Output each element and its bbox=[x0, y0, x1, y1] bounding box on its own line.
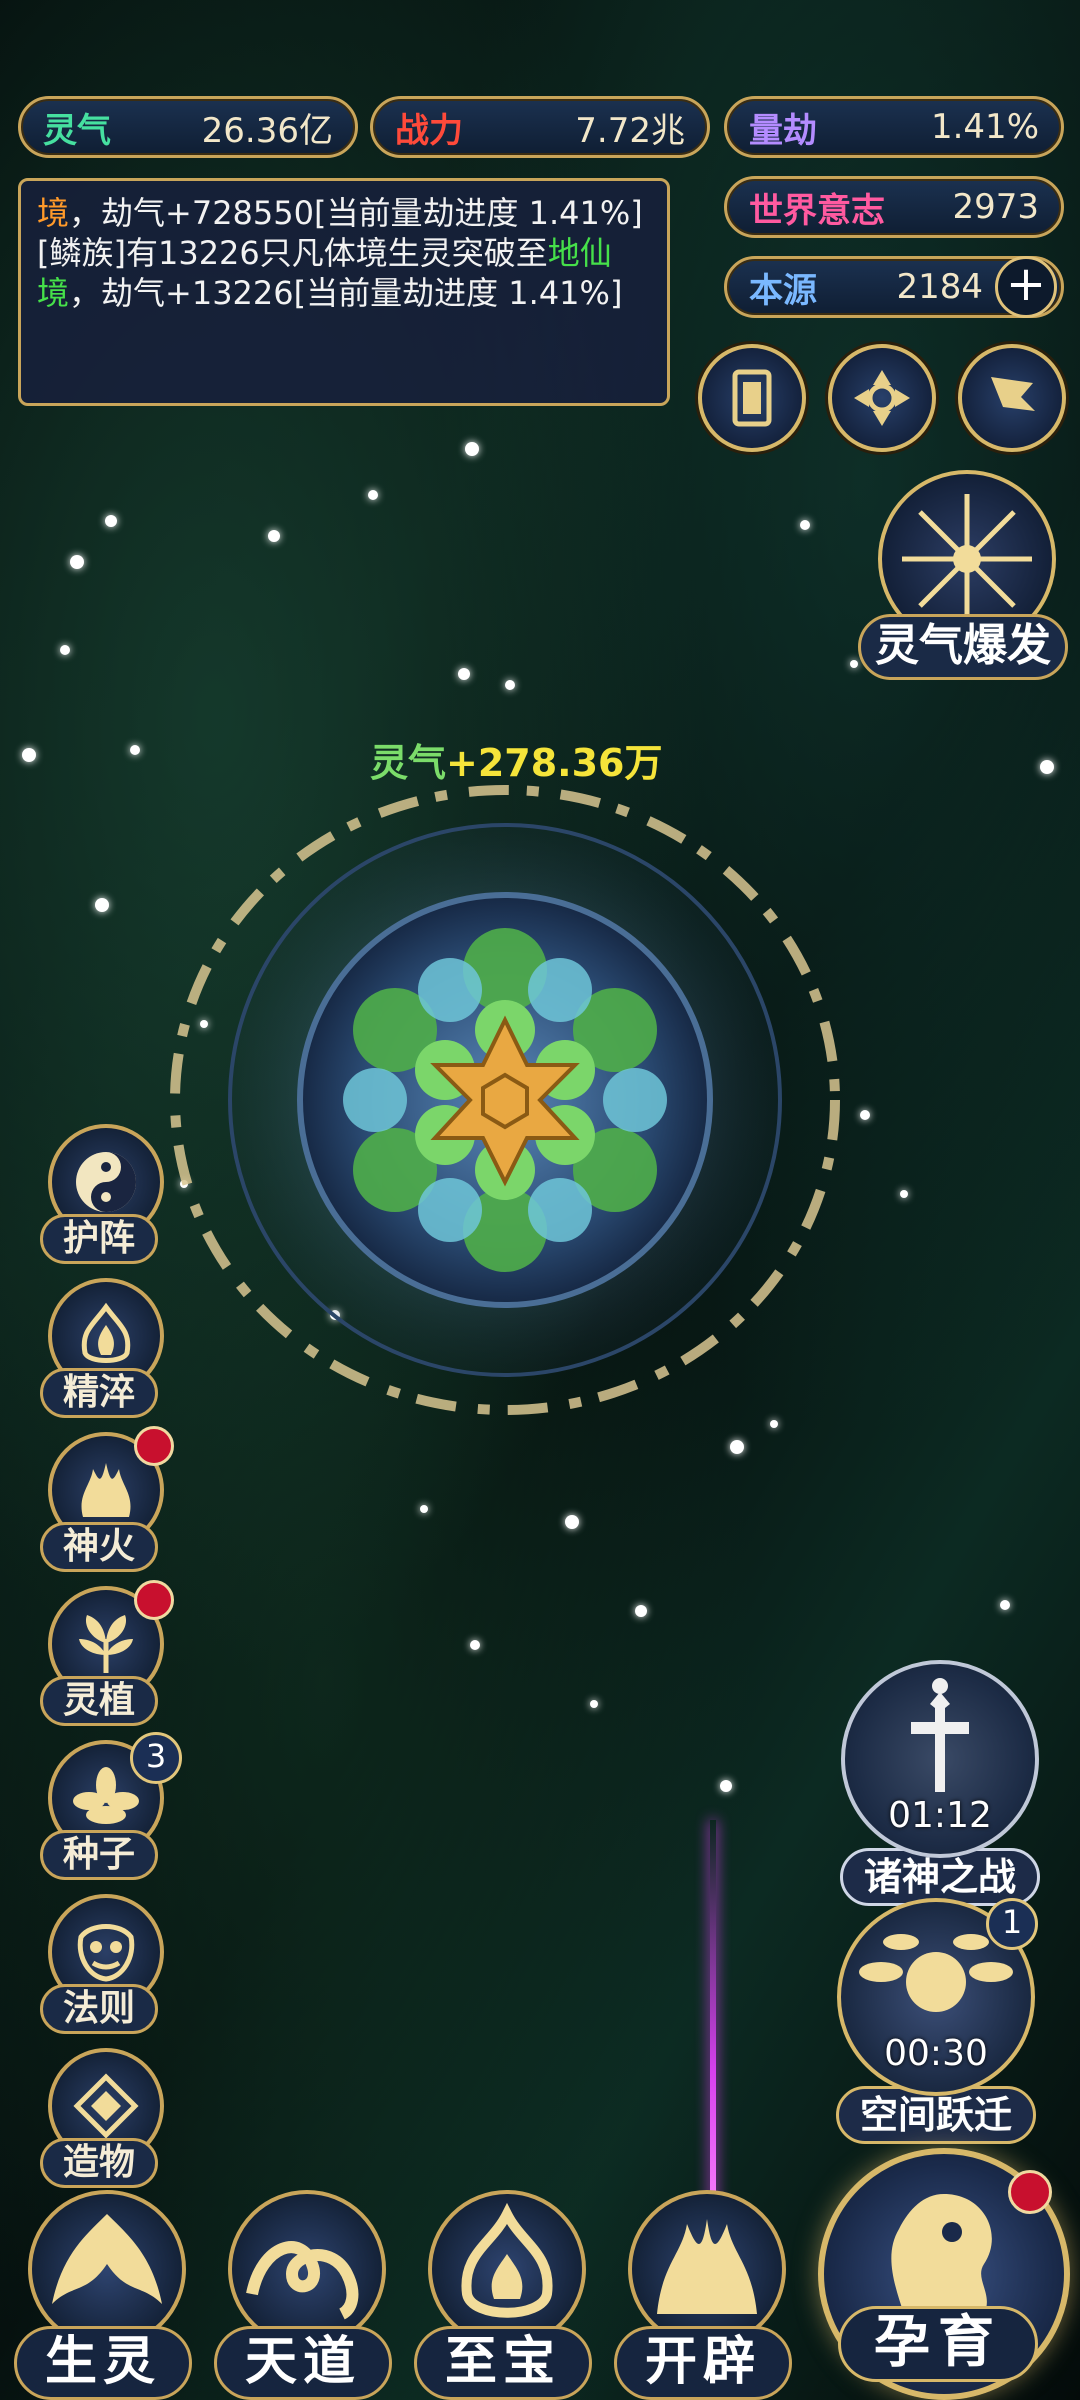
lingqi-label: 灵气 bbox=[43, 110, 111, 151]
kong-jian-yue-qian-button[interactable]: 00:30 1 空间跃迁 bbox=[836, 1898, 1038, 2144]
flag-icon bbox=[991, 377, 1035, 411]
side-menu-shen-huo[interactable]: 神火 bbox=[34, 1426, 174, 1572]
notification-dot bbox=[1008, 2170, 1052, 2214]
count-badge: 1 bbox=[986, 1898, 1038, 1950]
side-menu-zhong-zi[interactable]: 3 种子 bbox=[34, 1732, 182, 1880]
nav-label: 天道 bbox=[214, 2326, 392, 2400]
side-menu-label: 灵植 bbox=[40, 1676, 158, 1726]
shijie-label: 世界意志 bbox=[749, 190, 885, 231]
burst-label: 灵气爆发 bbox=[858, 614, 1068, 680]
nav-sheng-ling[interactable]: 生灵 bbox=[14, 2190, 192, 2400]
liangjie-stat[interactable]: 量劫 1.41% bbox=[724, 96, 1064, 158]
side-menu-ling-zhi[interactable]: 灵植 bbox=[34, 1580, 174, 1726]
wave-icon bbox=[228, 2190, 386, 2348]
side-menu-label: 种子 bbox=[40, 1830, 158, 1880]
nav-kai-pi[interactable]: 开辟 bbox=[614, 2190, 792, 2400]
liangjie-value: 1.41% bbox=[930, 107, 1039, 147]
yun-yu-button[interactable]: 孕育 bbox=[818, 2148, 1070, 2400]
benyuan-value: 2184 bbox=[896, 267, 983, 307]
nav-label: 生灵 bbox=[14, 2326, 192, 2400]
zhanli-label: 战力 bbox=[395, 110, 463, 151]
benyuan-label: 本源 bbox=[749, 270, 817, 311]
nav-zhi-bao[interactable]: 至宝 bbox=[414, 2190, 592, 2400]
vortex-button[interactable] bbox=[828, 344, 936, 452]
side-menu-label: 神火 bbox=[40, 1522, 158, 1572]
zhu-shen-zhi-zhan-button[interactable]: 01:12 诸神之战 bbox=[840, 1660, 1040, 1906]
world-planet[interactable] bbox=[165, 770, 845, 1450]
zhanli-stat: 战力 7.72兆 bbox=[370, 96, 710, 158]
nav-tian-dao[interactable]: 天道 bbox=[214, 2190, 392, 2400]
log-line-1: 境，劫气+728550[当前量劫进度 1.41%] bbox=[37, 194, 643, 232]
log-line-2: [鳞族]有13226只凡体境生灵突破至地仙境，劫气+13226[当前量劫进度 1… bbox=[37, 234, 623, 312]
lingqi-value: 26.36亿 bbox=[201, 110, 333, 151]
jump-timer: 00:30 bbox=[884, 2033, 988, 2074]
add-benyuan-button[interactable]: + bbox=[995, 256, 1057, 318]
lingqi-stat: 灵气 26.36亿 bbox=[18, 96, 358, 158]
side-menu-label: 护阵 bbox=[40, 1214, 158, 1264]
side-menu-fa-ze[interactable]: 法则 bbox=[34, 1894, 164, 2034]
benyuan-stat: 本源 2184 + bbox=[724, 256, 1064, 318]
nav-label: 至宝 bbox=[414, 2326, 592, 2400]
main-action-label: 孕育 bbox=[838, 2306, 1038, 2382]
war-timer: 01:12 bbox=[888, 1795, 992, 1836]
treasure-flame-icon bbox=[428, 2190, 586, 2348]
side-menu-label: 造物 bbox=[40, 2138, 158, 2188]
shijie-value: 2973 bbox=[952, 187, 1039, 227]
side-menu-label: 法则 bbox=[40, 1984, 158, 2034]
lingqi-burst-button[interactable]: 灵气爆发 bbox=[858, 470, 1068, 680]
count-badge: 3 bbox=[130, 1732, 182, 1784]
side-menu-zao-wu[interactable]: 造物 bbox=[34, 2048, 164, 2188]
vortex-icon bbox=[854, 370, 910, 426]
card-icon bbox=[732, 369, 772, 427]
sword-icon: 01:12 bbox=[841, 1660, 1039, 1858]
axe-flame-icon bbox=[628, 2190, 786, 2348]
notification-dot bbox=[134, 1580, 174, 1620]
side-menu-label: 精淬 bbox=[40, 1368, 158, 1418]
flag-button[interactable] bbox=[958, 344, 1066, 452]
card-button[interactable] bbox=[698, 344, 806, 452]
phoenix-icon bbox=[28, 2190, 186, 2348]
shijie-stat[interactable]: 世界意志 2973 bbox=[724, 176, 1064, 238]
notification-dot bbox=[134, 1426, 174, 1466]
zhanli-value: 7.72兆 bbox=[575, 110, 685, 151]
side-menu-hu-zhen[interactable]: 护阵 bbox=[34, 1124, 164, 1264]
purple-beam bbox=[710, 1820, 716, 2240]
event-log: 境，劫气+728550[当前量劫进度 1.41%] [鳞族]有13226只凡体境… bbox=[18, 178, 670, 406]
liangjie-label: 量劫 bbox=[749, 110, 817, 151]
side-menu-jing-cui[interactable]: 精淬 bbox=[34, 1278, 164, 1418]
nav-label: 开辟 bbox=[614, 2326, 792, 2400]
